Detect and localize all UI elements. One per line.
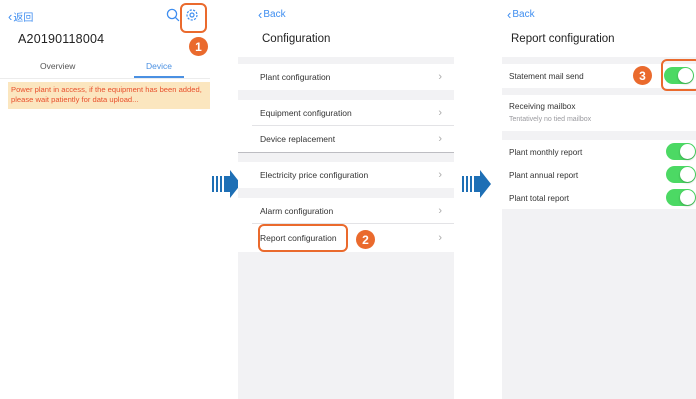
nav-bar: ‹ Back Report configuration bbox=[502, 0, 696, 57]
nav-bar: ‹ Back Configuration bbox=[238, 0, 454, 57]
chevron-left-icon: ‹ bbox=[258, 6, 263, 22]
plant-total-report-label: Plant total report bbox=[509, 193, 570, 203]
plant-annual-report-toggle[interactable] bbox=[666, 166, 696, 183]
step-badge-3: 3 bbox=[633, 66, 652, 85]
plant-monthly-report-toggle[interactable] bbox=[666, 143, 696, 160]
divider bbox=[238, 152, 454, 153]
chevron-right-icon: › bbox=[438, 169, 442, 181]
receiving-mailbox-label: Receiving mailbox bbox=[509, 101, 576, 111]
step-badge-2: 2 bbox=[356, 230, 375, 249]
tab-active-indicator bbox=[134, 76, 184, 78]
chevron-right-icon: › bbox=[438, 133, 442, 145]
menu-item-device-replacement[interactable]: Device replacement › bbox=[238, 126, 454, 152]
configuration-screen: ‹ Back Configuration Plant configuration… bbox=[238, 0, 454, 399]
tab-device[interactable]: Device bbox=[146, 61, 172, 71]
step-badge-1: 1 bbox=[189, 37, 208, 56]
menu-item-label: Alarm configuration bbox=[260, 206, 334, 216]
chevron-right-icon: › bbox=[438, 205, 442, 217]
price-section: Electricity price configuration › bbox=[238, 162, 454, 188]
device-id: A20190118004 bbox=[18, 32, 105, 46]
back-label: 返回 bbox=[13, 13, 34, 24]
chevron-left-icon: ‹ bbox=[8, 8, 13, 24]
back-label: Back bbox=[263, 9, 286, 20]
menu-item-label: Equipment configuration bbox=[260, 108, 352, 118]
tab-overview[interactable]: Overview bbox=[40, 61, 75, 71]
page-title: Configuration bbox=[262, 33, 331, 45]
page-title: Report configuration bbox=[511, 33, 615, 45]
chevron-left-icon: ‹ bbox=[507, 6, 512, 22]
plant-total-report-row: Plant total report bbox=[502, 187, 696, 209]
search-icon[interactable] bbox=[166, 8, 180, 22]
settings-highlight bbox=[180, 3, 207, 33]
access-warning: Power plant in access, if the equipment … bbox=[8, 82, 210, 109]
plant-monthly-report-label: Plant monthly report bbox=[509, 147, 583, 157]
flow-arrow-icon bbox=[462, 170, 491, 198]
menu-item-equipment-configuration[interactable]: Equipment configuration › bbox=[238, 100, 454, 126]
reports-section: Plant monthly report Plant annual report… bbox=[502, 140, 696, 209]
tab-divider bbox=[0, 78, 210, 79]
receiving-mailbox-row[interactable]: Receiving mailbox Tentatively no tied ma… bbox=[502, 95, 696, 131]
statement-mail-label: Statement mail send bbox=[509, 71, 584, 81]
menu-item-label: Plant configuration bbox=[260, 72, 331, 82]
menu-item-plant-configuration[interactable]: Plant configuration › bbox=[238, 64, 454, 90]
chevron-right-icon: › bbox=[438, 107, 442, 119]
equipment-section: Equipment configuration › Device replace… bbox=[238, 100, 454, 152]
plant-total-report-toggle[interactable] bbox=[666, 189, 696, 206]
back-button[interactable]: ‹ Back bbox=[258, 6, 286, 22]
plant-section: Plant configuration › bbox=[238, 64, 454, 90]
statement-mail-highlight bbox=[661, 59, 696, 91]
report-configuration-screen: ‹ Back Report configuration Statement ma… bbox=[502, 0, 696, 399]
plant-annual-report-label: Plant annual report bbox=[509, 170, 579, 180]
chevron-right-icon: › bbox=[438, 232, 442, 244]
device-screen: ‹ 返回 1 A20190118004 Overview Device Powe… bbox=[0, 0, 210, 399]
receiving-mailbox-value: Tentatively no tied mailbox bbox=[509, 116, 592, 123]
back-button[interactable]: ‹ Back bbox=[507, 6, 535, 22]
menu-item-electricity-price-configuration[interactable]: Electricity price configuration › bbox=[238, 162, 454, 188]
menu-item-label: Device replacement bbox=[260, 134, 336, 144]
chevron-right-icon: › bbox=[438, 71, 442, 83]
back-button[interactable]: ‹ 返回 bbox=[8, 8, 34, 25]
menu-item-alarm-configuration[interactable]: Alarm configuration › bbox=[238, 198, 454, 224]
report-configuration-highlight bbox=[258, 224, 348, 252]
back-label: Back bbox=[512, 9, 535, 20]
menu-item-label: Electricity price configuration bbox=[260, 170, 369, 180]
plant-annual-report-row: Plant annual report bbox=[502, 164, 696, 186]
plant-monthly-report-row: Plant monthly report bbox=[502, 141, 696, 163]
